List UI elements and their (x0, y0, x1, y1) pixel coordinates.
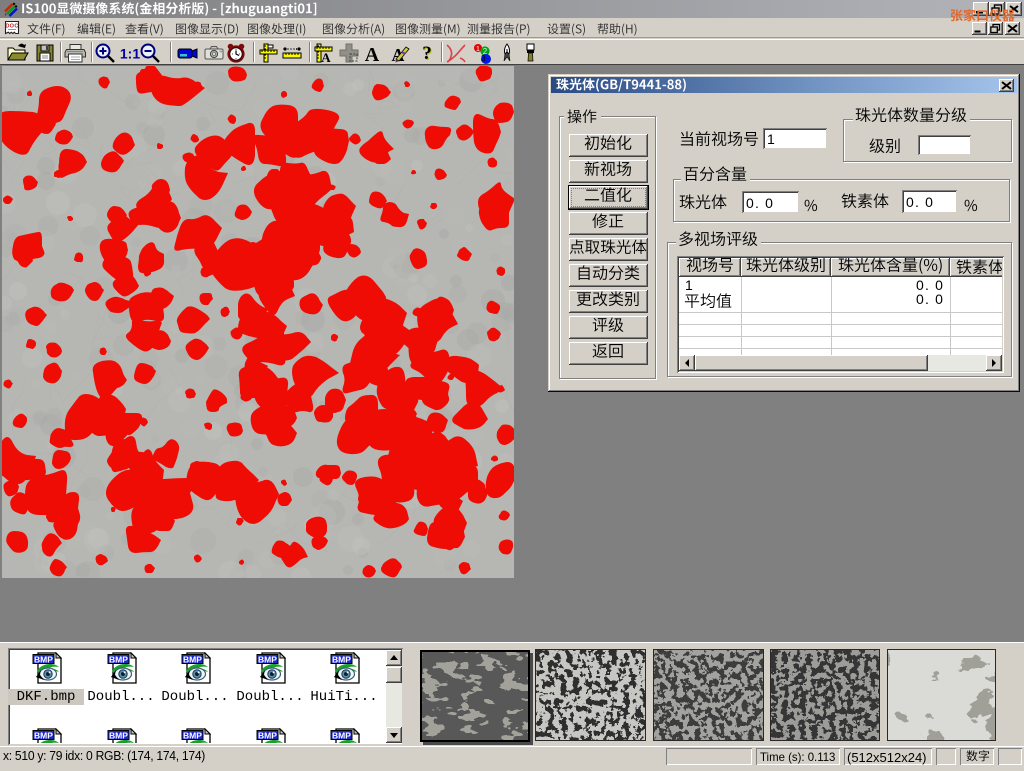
svg-text:BMP: BMP (34, 655, 53, 665)
svg-text:BMP: BMP (332, 731, 351, 741)
svg-text:BMP: BMP (258, 655, 277, 665)
svg-text:?: ? (422, 43, 432, 64)
svg-text:BMP: BMP (332, 655, 351, 665)
svg-text:BMP: BMP (109, 655, 128, 665)
svg-text:DOC: DOC (5, 24, 18, 30)
svg-text:BMP: BMP (34, 731, 53, 741)
svg-text:BMP: BMP (258, 731, 277, 741)
svg-text:A: A (321, 50, 331, 65)
svg-text:3: 3 (481, 54, 486, 63)
svg-text:BMP: BMP (183, 655, 202, 665)
svg-text:1: 1 (476, 46, 480, 53)
svg-text:BMP: BMP (183, 731, 202, 741)
svg-text:A: A (365, 44, 380, 65)
svg-text:BMP: BMP (109, 731, 128, 741)
